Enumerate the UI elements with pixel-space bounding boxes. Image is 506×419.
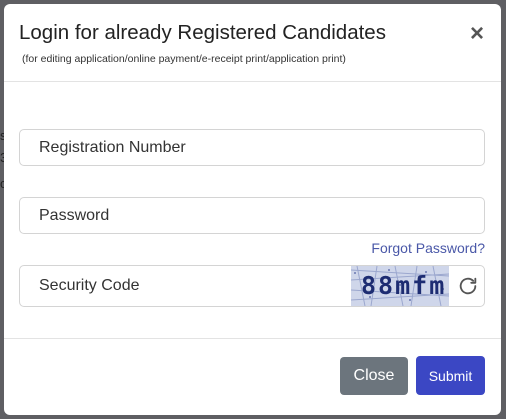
submit-button[interactable]: Submit [416, 356, 485, 395]
modal-subtitle: (for editing application/online payment/… [22, 53, 346, 65]
captcha-image: 88mfm [351, 266, 449, 306]
modal-title: Login for already Registered Candidates [19, 21, 386, 44]
close-icon[interactable]: × [470, 22, 484, 46]
captcha-text: 88mfm [361, 271, 447, 300]
forgot-password-link[interactable]: Forgot Password? [371, 240, 485, 256]
login-modal: Login for already Registered Candidates … [4, 4, 501, 415]
security-code-input[interactable] [20, 266, 350, 306]
refresh-icon[interactable] [457, 275, 479, 297]
password-input[interactable] [19, 197, 485, 234]
close-button[interactable]: Close [340, 357, 408, 395]
registration-number-input[interactable] [19, 129, 485, 166]
security-code-group: 88mfm [19, 265, 485, 307]
modal-footer-divider [4, 338, 501, 339]
modal-header: Login for already Registered Candidates … [4, 4, 501, 82]
